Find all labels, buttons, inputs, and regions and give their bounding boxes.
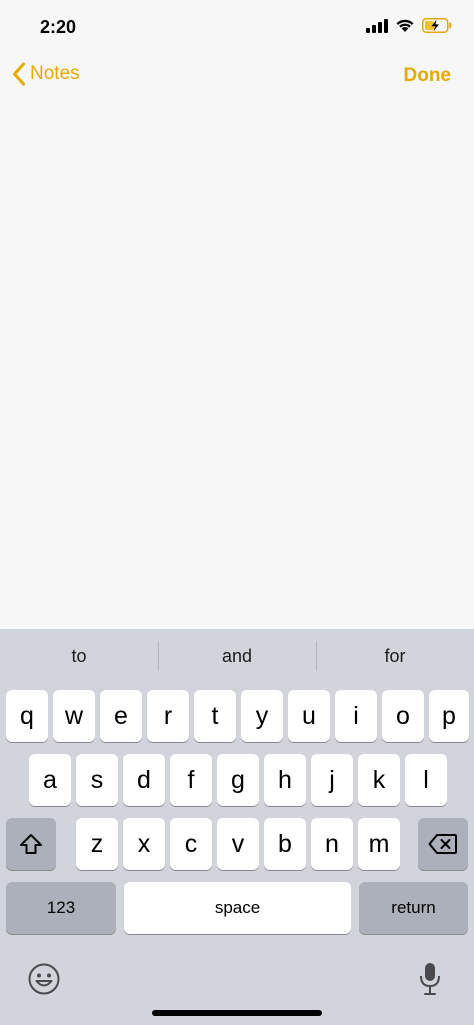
key-h[interactable]: h [264, 754, 306, 806]
suggestion-bar: to and for [0, 629, 474, 683]
status-icons [366, 18, 452, 33]
wifi-icon [396, 19, 414, 32]
key-t[interactable]: t [194, 690, 236, 742]
key-o[interactable]: o [382, 690, 424, 742]
status-bar: 2:20 [0, 0, 474, 56]
numbers-key[interactable]: 123 [6, 882, 116, 934]
key-g[interactable]: g [217, 754, 259, 806]
key-d[interactable]: d [123, 754, 165, 806]
emoji-button[interactable] [27, 962, 61, 1001]
key-a[interactable]: a [29, 754, 71, 806]
key-z[interactable]: z [76, 818, 118, 870]
key-l[interactable]: l [405, 754, 447, 806]
suggestion-2[interactable]: and [158, 629, 316, 683]
key-x[interactable]: x [123, 818, 165, 870]
back-button[interactable]: Notes [12, 62, 80, 86]
keyboard: to and for q w e r t y u i o p a s d f g… [0, 629, 474, 1025]
key-m[interactable]: m [358, 818, 400, 870]
microphone-icon [420, 963, 440, 995]
key-y[interactable]: y [241, 690, 283, 742]
suggestion-3[interactable]: for [316, 629, 474, 683]
key-u[interactable]: u [288, 690, 330, 742]
back-label: Notes [30, 63, 80, 84]
nav-bar: Notes Done [0, 56, 474, 96]
key-p[interactable]: p [429, 690, 469, 742]
home-indicator[interactable] [152, 1010, 322, 1016]
cellular-signal-icon [366, 18, 388, 33]
delete-icon [428, 834, 457, 854]
key-r[interactable]: r [147, 690, 189, 742]
key-s[interactable]: s [76, 754, 118, 806]
status-time: 2:20 [40, 17, 77, 37]
key-v[interactable]: v [217, 818, 259, 870]
dictation-button[interactable] [417, 961, 443, 1002]
key-e[interactable]: e [100, 690, 142, 742]
key-j[interactable]: j [311, 754, 353, 806]
battery-charging-icon [422, 18, 452, 33]
key-b[interactable]: b [264, 818, 306, 870]
shift-icon [20, 834, 42, 854]
emoji-icon [28, 963, 60, 995]
key-k[interactable]: k [358, 754, 400, 806]
note-text-area[interactable] [0, 96, 474, 629]
suggestion-1[interactable]: to [0, 629, 158, 683]
return-key[interactable]: return [359, 882, 468, 934]
key-w[interactable]: w [53, 690, 95, 742]
delete-key[interactable] [418, 818, 468, 870]
space-key[interactable]: space [124, 882, 351, 934]
key-c[interactable]: c [170, 818, 212, 870]
key-n[interactable]: n [311, 818, 353, 870]
done-button[interactable]: Done [404, 65, 452, 87]
key-i[interactable]: i [335, 690, 377, 742]
shift-key[interactable] [6, 818, 56, 870]
key-q[interactable]: q [6, 690, 48, 742]
key-f[interactable]: f [170, 754, 212, 806]
chevron-left-icon [13, 62, 25, 86]
